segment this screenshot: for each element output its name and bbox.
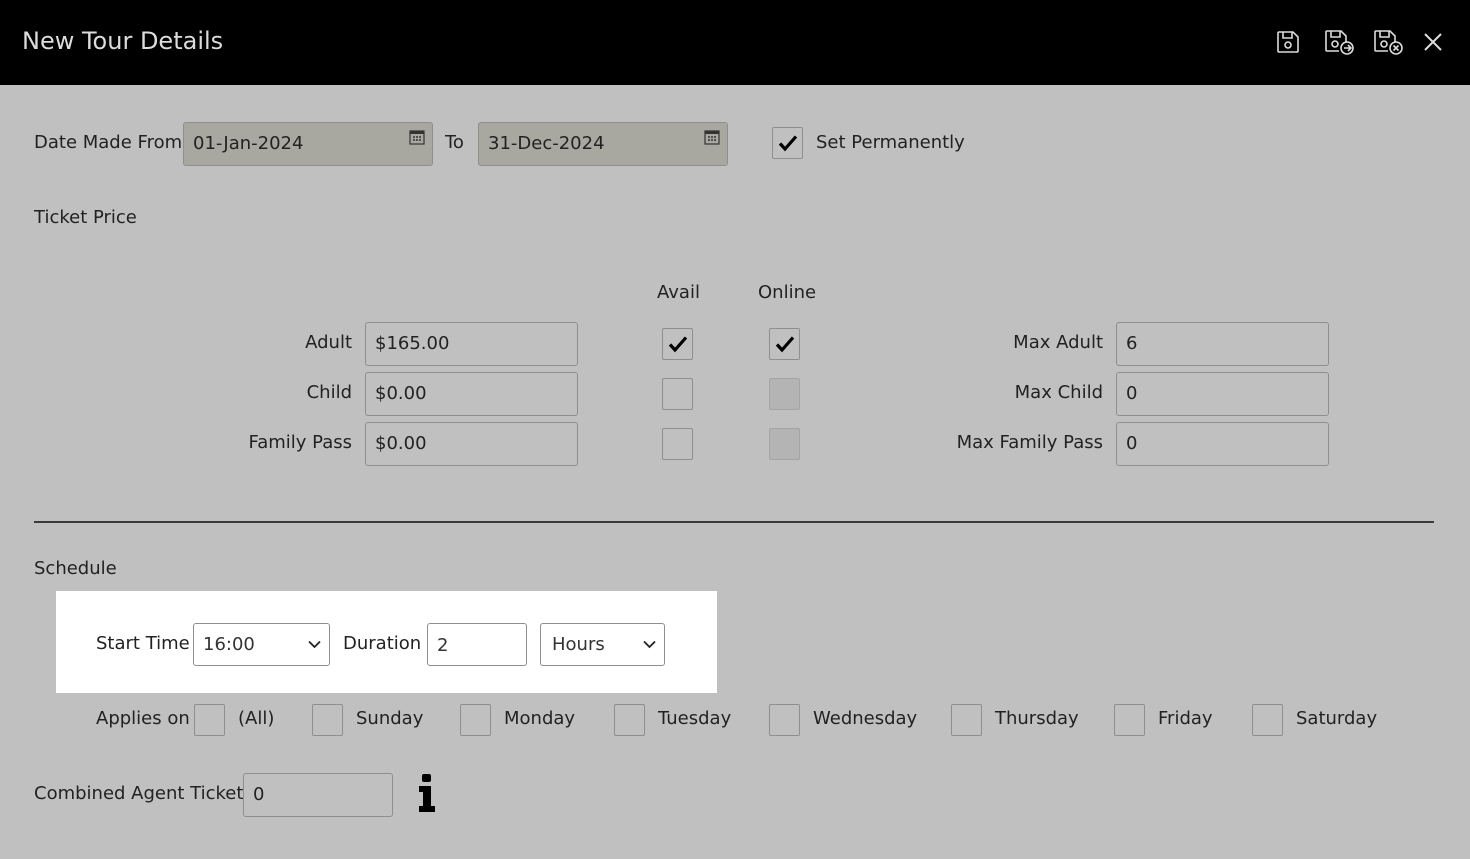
- set-permanently-checkbox[interactable]: [772, 127, 803, 159]
- date-made-from-label: Date Made From: [34, 132, 183, 153]
- online-column-header: Online: [758, 282, 817, 303]
- close-button[interactable]: [1417, 26, 1449, 58]
- max-child-label: Max Child: [1014, 382, 1103, 403]
- duration-input[interactable]: 2: [427, 623, 527, 666]
- start-time-select[interactable]: 16:00: [193, 623, 330, 666]
- close-icon: [1424, 33, 1442, 51]
- day-saturday-label: Saturday: [1296, 708, 1378, 729]
- ticket-price-heading: Ticket Price: [34, 207, 137, 228]
- avail-column-header: Avail: [657, 282, 700, 303]
- calendar-icon[interactable]: [704, 129, 720, 145]
- day-sunday-checkbox[interactable]: [312, 704, 343, 736]
- duration-unit-value: Hours: [552, 634, 605, 655]
- adult-online-checkbox[interactable]: [769, 328, 800, 360]
- save-and-close-icon: [1374, 30, 1403, 55]
- day-sunday-label: Sunday: [356, 708, 424, 729]
- adult-label: Adult: [305, 332, 352, 353]
- max-child-input[interactable]: 0: [1116, 372, 1329, 416]
- set-permanently-label: Set Permanently: [816, 132, 965, 153]
- child-online-checkbox: [769, 378, 800, 410]
- chevron-down-icon: [308, 640, 321, 649]
- day-wednesday-checkbox[interactable]: [769, 704, 800, 736]
- duration-label: Duration: [343, 633, 422, 654]
- duration-unit-select[interactable]: Hours: [540, 623, 665, 666]
- day-tuesday-label: Tuesday: [658, 708, 732, 729]
- day-all-label: (All): [238, 708, 275, 729]
- day-monday-label: Monday: [504, 708, 576, 729]
- applies-on-label: Applies on: [96, 708, 190, 729]
- adult-price-input[interactable]: $165.00: [365, 322, 578, 366]
- info-icon[interactable]: [414, 772, 440, 814]
- adult-avail-checkbox[interactable]: [662, 328, 693, 360]
- day-tuesday-checkbox[interactable]: [614, 704, 645, 736]
- max-family-pass-input[interactable]: 0: [1116, 422, 1329, 466]
- save-icon: [1277, 31, 1299, 53]
- day-wednesday-label: Wednesday: [813, 708, 918, 729]
- max-family-pass-label: Max Family Pass: [956, 432, 1103, 453]
- day-all-checkbox[interactable]: [194, 704, 225, 736]
- combined-agent-tickets-label: Combined Agent Tickets: [34, 783, 253, 804]
- checkmark-icon: [775, 336, 794, 353]
- schedule-heading: Schedule: [34, 558, 117, 579]
- day-monday-checkbox[interactable]: [460, 704, 491, 736]
- day-friday-label: Friday: [1158, 708, 1213, 729]
- start-time-value: 16:00: [203, 634, 255, 655]
- save-and-close-button[interactable]: [1372, 26, 1404, 58]
- section-divider: [34, 521, 1434, 523]
- day-thursday-checkbox[interactable]: [951, 704, 982, 736]
- save-button[interactable]: [1272, 26, 1304, 58]
- page-title: New Tour Details: [22, 27, 224, 55]
- family-pass-label: Family Pass: [248, 432, 352, 453]
- date-to-field[interactable]: 31-Dec-2024: [478, 122, 728, 166]
- family-pass-price-input[interactable]: $0.00: [365, 422, 578, 466]
- date-to-value: 31-Dec-2024: [488, 133, 605, 154]
- checkmark-icon: [778, 135, 797, 152]
- day-thursday-label: Thursday: [995, 708, 1079, 729]
- calendar-icon[interactable]: [409, 129, 425, 145]
- max-adult-input[interactable]: 6: [1116, 322, 1329, 366]
- title-bar: New Tour Details: [0, 0, 1470, 85]
- child-avail-checkbox[interactable]: [662, 378, 693, 410]
- combined-agent-tickets-input[interactable]: 0: [243, 773, 393, 817]
- checkmark-icon: [668, 336, 687, 353]
- chevron-down-icon: [643, 640, 656, 649]
- family-pass-avail-checkbox[interactable]: [662, 428, 693, 460]
- day-saturday-checkbox[interactable]: [1252, 704, 1283, 736]
- date-from-field[interactable]: 01-Jan-2024: [183, 122, 433, 166]
- max-adult-label: Max Adult: [1013, 332, 1103, 353]
- save-and-new-icon: [1325, 30, 1354, 55]
- child-price-input[interactable]: $0.00: [365, 372, 578, 416]
- child-label: Child: [306, 382, 352, 403]
- save-and-new-button[interactable]: [1323, 26, 1355, 58]
- start-time-label: Start Time: [96, 633, 190, 654]
- date-to-label: To: [445, 132, 464, 153]
- family-pass-online-checkbox: [769, 428, 800, 460]
- date-from-value: 01-Jan-2024: [193, 133, 304, 154]
- day-friday-checkbox[interactable]: [1114, 704, 1145, 736]
